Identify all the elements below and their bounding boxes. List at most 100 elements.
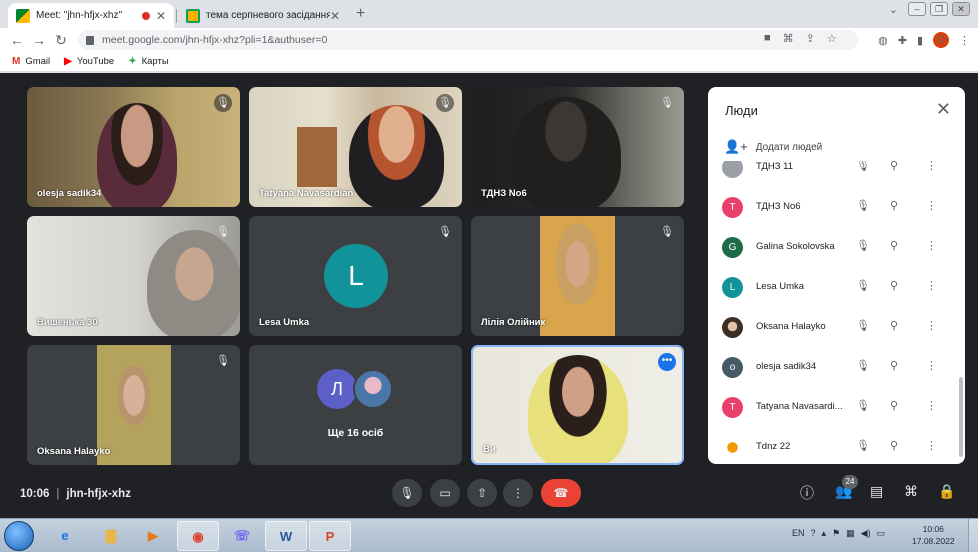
video-tile[interactable]: 🎙 Tatyana Navasardian (249, 87, 462, 207)
participant-row[interactable]: L Lesa Umka 🎙 ⚲ ⋮ (708, 267, 965, 307)
help-icon[interactable]: ? (811, 528, 816, 539)
network-icon[interactable]: ▦ (846, 528, 855, 539)
pin-icon[interactable]: ⚲ (890, 359, 898, 372)
participant-row[interactable]: Т ТДНЗ No6 🎙 ⚲ ⋮ (708, 187, 965, 227)
more-vert-icon[interactable]: ⋮ (926, 319, 937, 332)
url-text: meet.google.com/jhn-hfjx-xhz?pli=1&authu… (102, 34, 328, 46)
media-player-taskbar-icon[interactable]: ▶ (132, 521, 174, 551)
powerpoint-taskbar-icon[interactable]: P (309, 521, 351, 551)
microphone-button[interactable]: 🎙 (392, 479, 422, 507)
present-screen-button[interactable]: ⇧ (467, 479, 497, 507)
video-tile[interactable]: 🎙 olesja sadik34 (27, 87, 240, 207)
tab-search-chevron-icon[interactable]: ⌄ (889, 3, 898, 16)
forward-arrow-icon[interactable]: → (28, 32, 50, 48)
system-clock[interactable]: 10:06 17.08.2022 (912, 523, 955, 547)
more-vert-icon[interactable]: ⋮ (926, 239, 937, 252)
more-vert-icon[interactable]: ⋮ (926, 399, 937, 412)
pin-icon[interactable]: ⚲ (890, 199, 898, 212)
start-button[interactable] (4, 521, 34, 551)
participant-row[interactable]: G Galina Sokolovska 🎙 ⚲ ⋮ (708, 227, 965, 267)
language-indicator[interactable]: EN (792, 528, 805, 539)
flag-icon[interactable]: ⚑ (832, 528, 840, 539)
more-options-icon[interactable]: ••• (658, 353, 676, 371)
reload-icon[interactable]: ↻ (50, 32, 72, 49)
more-vert-icon[interactable]: ⋮ (926, 359, 937, 372)
more-vert-icon[interactable]: ⋮ (926, 199, 937, 212)
more-vert-icon[interactable]: ⋮ (926, 161, 937, 172)
viber-taskbar-icon[interactable]: ☏ (221, 521, 263, 551)
omnibox-actions: ■ ⌘ ⇪ ☆ (764, 32, 837, 45)
address-bar[interactable]: meet.google.com/jhn-hfjx-xhz?pli=1&authu… (78, 30, 858, 50)
globe-icon[interactable]: ◍ (878, 34, 888, 47)
volume-icon[interactable]: ◀) (861, 528, 871, 539)
minimize-icon[interactable]: – (908, 2, 926, 16)
more-participants-tile[interactable]: Л Ще 16 осіб (249, 345, 462, 465)
pin-icon[interactable]: ⚲ (890, 239, 898, 252)
bookmark-gmail[interactable]: M Gmail (12, 56, 50, 67)
bookmark-label: YouTube (76, 56, 115, 67)
explorer-taskbar-icon[interactable]: ▇ (90, 521, 132, 551)
bookmark-maps[interactable]: ✦ Карты (128, 56, 168, 67)
chat-icon[interactable]: ▤ (870, 483, 883, 500)
participant-name: olesja sadik34 (756, 361, 817, 372)
activities-icon[interactable]: ⌘ (904, 483, 918, 500)
panel-scrollbar[interactable] (959, 377, 963, 457)
menu-kebab-icon[interactable]: ⋮ (959, 34, 970, 47)
video-tile[interactable]: 🎙 Лілія Олійник (471, 216, 684, 336)
translate-icon[interactable]: ⌘ (783, 32, 794, 45)
pin-icon[interactable]: ⚲ (890, 399, 898, 412)
more-vert-icon[interactable]: ⋮ (926, 279, 937, 292)
side-panel-icon[interactable]: ▮ (917, 34, 923, 47)
pin-icon[interactable]: ⚲ (890, 279, 898, 292)
tray-arrow-icon[interactable]: ▴ (822, 528, 827, 539)
pin-icon[interactable]: ⚲ (890, 161, 898, 172)
participant-row[interactable]: ТДНЗ 11 🎙 ⚲ ⋮ (708, 161, 965, 187)
leave-call-button[interactable]: ☎ (541, 479, 581, 507)
meeting-code: jhn-hfjx-xhz (66, 488, 131, 500)
extensions-puzzle-icon[interactable]: ✚ (898, 34, 907, 47)
bookmark-youtube[interactable]: ▶ YouTube (64, 56, 114, 67)
add-people-button[interactable]: 👤+ Додати людей (724, 139, 822, 155)
show-desktop-button[interactable] (968, 519, 978, 552)
close-tab-icon[interactable]: ✕ (330, 9, 340, 23)
camera-icon[interactable]: ■ (764, 32, 771, 45)
more-options-button[interactable]: ⋮ (503, 479, 533, 507)
close-tab-icon[interactable]: ✕ (156, 9, 166, 23)
more-vert-icon[interactable]: ⋮ (926, 439, 937, 452)
participant-row[interactable]: o olesja sadik34 🎙 ⚲ ⋮ (708, 347, 965, 387)
maximize-icon[interactable]: ❐ (930, 2, 948, 16)
participant-avatar-photo (722, 437, 743, 458)
meeting-info-icon[interactable]: ⓘ (800, 483, 814, 503)
video-tile[interactable]: 🎙 Вишенька 30 (27, 216, 240, 336)
mic-off-icon: 🎙 (438, 226, 452, 238)
tab-docs[interactable]: тема серпневого засідання дл ✕ (178, 3, 348, 28)
avatar-tile[interactable]: L 🎙 Lesa Umka (249, 216, 462, 336)
self-video-tile[interactable]: ••• Ви (471, 345, 684, 465)
share-icon[interactable]: ⇪ (806, 32, 815, 45)
pin-icon[interactable]: ⚲ (890, 319, 898, 332)
new-tab-button[interactable]: + (356, 5, 365, 23)
participant-row[interactable]: Tdnz 22 🎙 ⚲ ⋮ (708, 427, 965, 464)
meeting-details[interactable]: 10:06 | jhn-hfjx-xhz (20, 488, 131, 500)
video-tile[interactable]: 🎙 ТДНЗ No6 (471, 87, 684, 207)
close-icon[interactable]: ✕ (936, 99, 951, 120)
bookmark-label: Карты (141, 56, 169, 67)
participant-row[interactable]: Oksana Halayko 🎙 ⚲ ⋮ (708, 307, 965, 347)
tab-title: Meet: "jhn-hfjx-xhz" (36, 10, 123, 21)
camera-button[interactable]: ▭ (430, 479, 460, 507)
mic-off-icon: 🎙 (214, 94, 232, 112)
bookmark-star-icon[interactable]: ☆ (827, 32, 837, 45)
video-tile[interactable]: 🎙 Oksana Halayko (27, 345, 240, 465)
tab-meet[interactable]: Meet: "jhn-hfjx-xhz" ✕ (8, 3, 174, 28)
ie-taskbar-icon[interactable]: e (44, 521, 86, 551)
close-window-icon[interactable]: ✕ (952, 2, 970, 16)
back-arrow-icon[interactable]: ← (6, 32, 28, 48)
chrome-taskbar-icon[interactable]: ◉ (177, 521, 219, 551)
mic-off-icon: 🎙 (436, 94, 454, 112)
word-taskbar-icon[interactable]: W (265, 521, 307, 551)
pin-icon[interactable]: ⚲ (890, 439, 898, 452)
profile-avatar[interactable]: O (933, 32, 949, 48)
participant-row[interactable]: T Tatyana Navasardi... 🎙 ⚲ ⋮ (708, 387, 965, 427)
battery-icon[interactable]: ▭ (877, 528, 886, 539)
host-controls-icon[interactable]: 🔒 (938, 483, 955, 500)
